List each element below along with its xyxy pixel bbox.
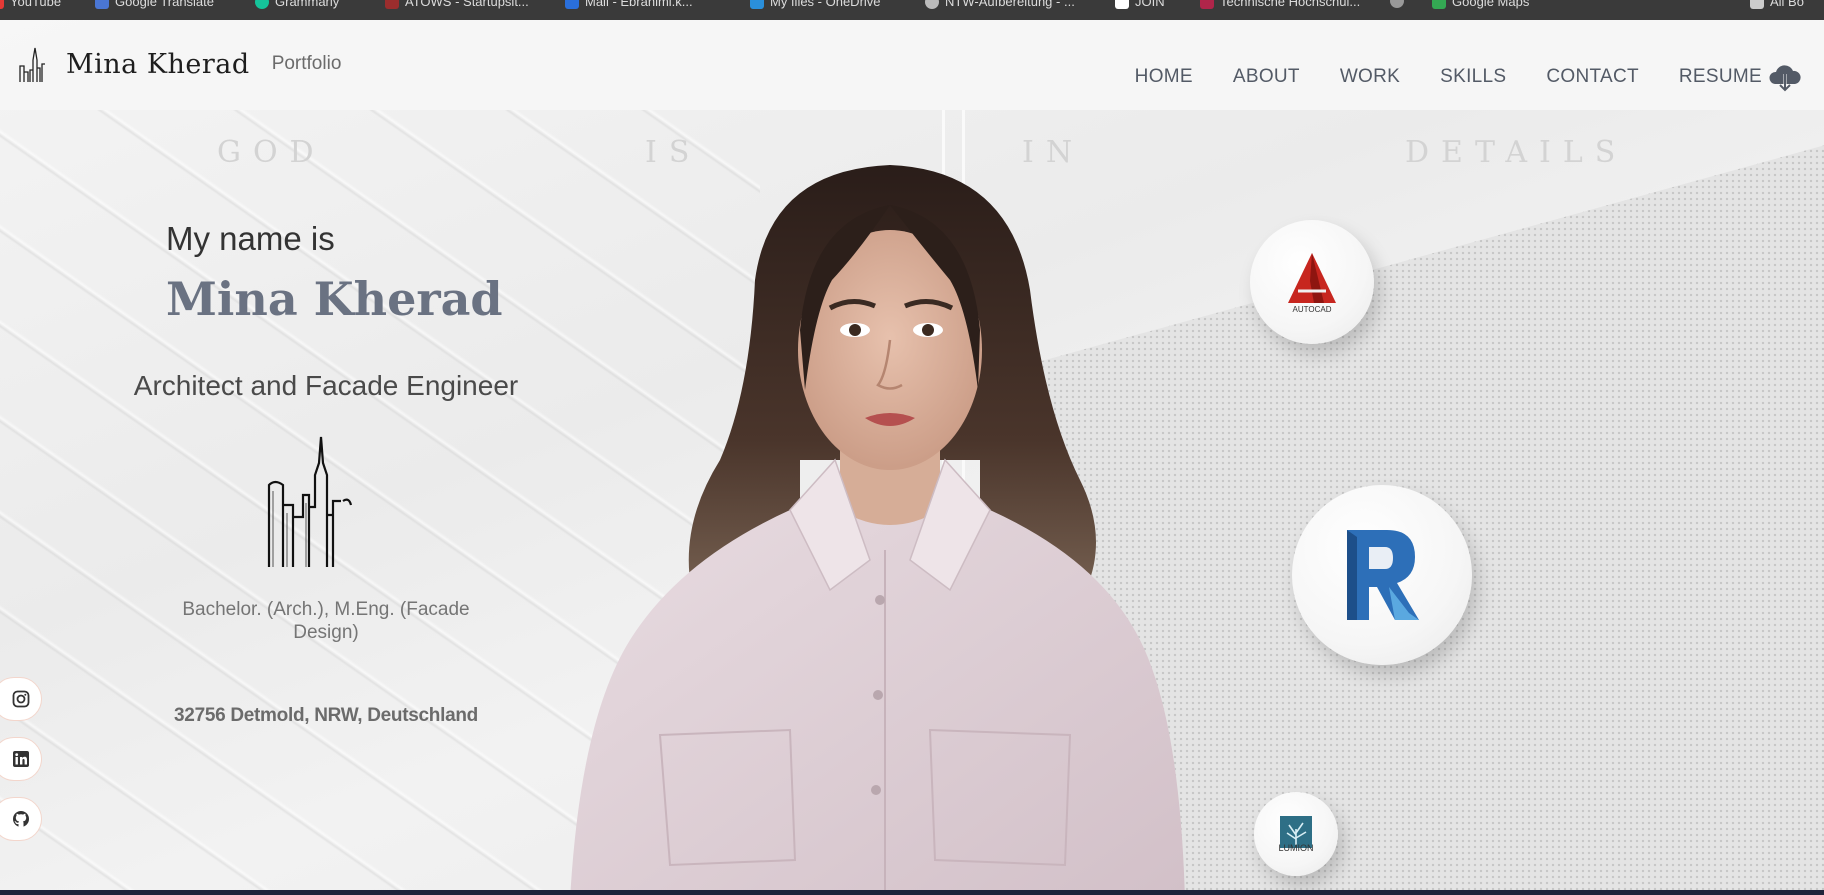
greeting: My name is xyxy=(166,220,335,257)
brand[interactable]: Mina Kherad Portfolio xyxy=(18,44,341,84)
page: Mina Kherad Portfolio HOME ABOUT WORK SK… xyxy=(0,20,1824,890)
degree: Bachelor. (Arch.), M.Eng. (Facade Design… xyxy=(182,599,470,643)
person-name: Mina Kherad xyxy=(166,272,503,326)
bookmark-globe[interactable] xyxy=(1390,0,1404,8)
bookmark-google-maps[interactable]: Google Maps xyxy=(1432,0,1529,9)
revit-skill[interactable] xyxy=(1292,485,1472,665)
nav-resume-label: RESUME xyxy=(1678,66,1762,87)
nav-home[interactable]: HOME xyxy=(1135,66,1193,88)
skyline-logo-icon xyxy=(19,47,45,82)
linkedin-button[interactable] xyxy=(0,737,42,781)
job-title: Architect and Facade Engineer xyxy=(133,370,519,401)
lumion-label: LUMION xyxy=(1278,843,1314,853)
instagram-icon xyxy=(12,690,30,708)
site-header: Mina Kherad Portfolio HOME ABOUT WORK SK… xyxy=(0,20,1824,110)
lumion-skill[interactable]: LUMION xyxy=(1254,792,1338,876)
brand-name: Mina Kherad xyxy=(66,48,250,80)
location: 32756 Detmold, NRW, Deutschland xyxy=(174,705,478,726)
autocad-logo-icon xyxy=(1288,252,1336,303)
portrait-photo xyxy=(570,165,1185,890)
bookmark-onedrive[interactable]: My files - OneDrive xyxy=(750,0,881,9)
nav-resume[interactable]: RESUME xyxy=(1679,60,1802,94)
bookmark-join[interactable]: JOIN xyxy=(1115,0,1165,9)
autocad-skill[interactable]: AUTOCAD xyxy=(1250,220,1374,344)
instagram-button[interactable] xyxy=(0,677,42,721)
motto-word: DETAILS xyxy=(1405,135,1628,170)
revit-logo-icon xyxy=(1347,530,1419,620)
bookmark-atows[interactable]: ATOWS - Startupsit... xyxy=(385,0,529,9)
nav-about[interactable]: ABOUT xyxy=(1233,66,1300,88)
nav-skills[interactable]: SKILLS xyxy=(1440,66,1506,88)
linkedin-icon xyxy=(13,751,29,767)
bookmark-th[interactable]: Technische Hochschul... xyxy=(1200,0,1360,9)
github-button[interactable] xyxy=(0,797,42,841)
bookmark-youtube[interactable]: YouTube xyxy=(0,0,61,9)
brand-subtitle: Portfolio xyxy=(271,53,342,74)
bookmark-google-translate[interactable]: Google Translate xyxy=(95,0,214,9)
bookmarks-bar: YouTube Google Translate Grammarly ATOWS… xyxy=(0,0,1824,20)
nav-work[interactable]: WORK xyxy=(1340,66,1400,88)
autocad-label: AUTOCAD xyxy=(1292,304,1332,314)
motto-word: GOD xyxy=(217,135,326,170)
bottom-edge xyxy=(0,890,1824,895)
main-nav: HOME ABOUT WORK SKILLS CONTACT RESUME xyxy=(1095,60,1802,94)
bookmark-mail[interactable]: Mail - Ebrahimi.k... xyxy=(565,0,693,9)
bookmark-ntw[interactable]: NTW-Aufbereitung - ... xyxy=(925,0,1075,9)
github-icon xyxy=(12,811,30,827)
bookmark-all[interactable]: All Bo xyxy=(1750,0,1804,9)
nav-contact[interactable]: CONTACT xyxy=(1546,66,1639,88)
skyline-illustration xyxy=(267,436,353,567)
cloud-download-icon xyxy=(1769,65,1801,93)
bookmark-grammarly[interactable]: Grammarly xyxy=(255,0,339,9)
